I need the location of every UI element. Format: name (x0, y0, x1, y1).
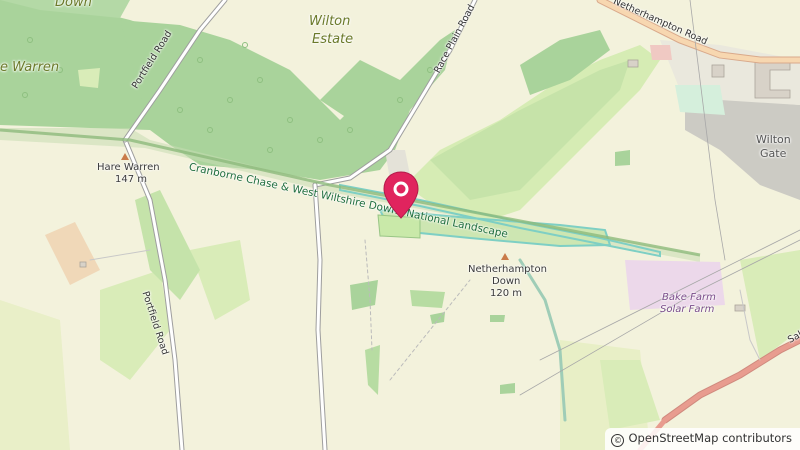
hare-warren-area-label: e Warren (0, 60, 60, 75)
wilton-estate-label: Estate (312, 32, 354, 47)
wilton-gate-label: Gate (760, 147, 787, 160)
wilton-estate-label: Wilton (309, 14, 351, 29)
netherhampton-down-label: Netherhampton (468, 264, 547, 275)
grass-field (78, 68, 100, 88)
netherhampton-down-elevation: 120 m (490, 288, 523, 299)
bake-farm-solar-label: Solar Farm (660, 304, 715, 315)
map-attribution: © OpenStreetMap contributors (605, 428, 800, 450)
map-tiles (0, 0, 800, 450)
bake-farm-solar-label: Bake Farm (662, 292, 716, 303)
hare-warren-peak-label: Hare Warren (97, 162, 160, 173)
wilton-gate-label: Wilton (756, 133, 791, 146)
netherhampton-down-label: Down (492, 276, 521, 287)
location-pin-icon[interactable] (381, 170, 421, 222)
attribution-link[interactable]: OpenStreetMap contributors (628, 431, 792, 445)
forest-patch (490, 315, 505, 322)
forest-patch (615, 150, 630, 166)
copyright-icon: © (611, 434, 625, 447)
map-view[interactable]: Wilton Estate Down e Warren Hare Warren … (0, 0, 800, 450)
grass-field (675, 85, 725, 115)
forest-patch (410, 290, 445, 308)
building (650, 45, 672, 60)
grass-field (0, 300, 70, 450)
down-label: Down (55, 0, 92, 10)
hare-warren-elevation: 147 m (115, 174, 148, 185)
